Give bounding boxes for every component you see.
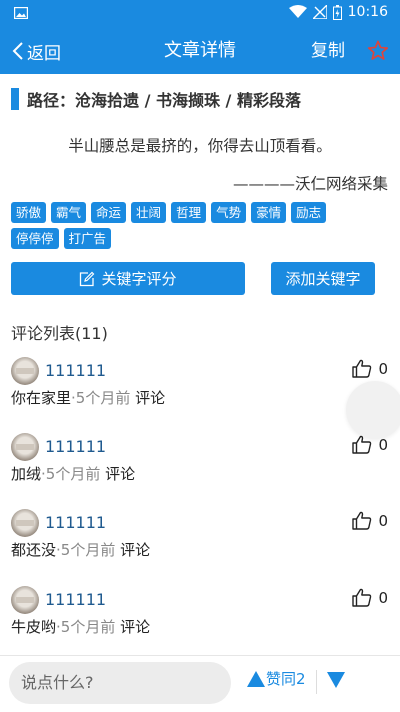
reply-link[interactable]: 评论 <box>120 541 150 559</box>
back-button[interactable]: 返回 <box>12 28 61 74</box>
tag[interactable]: 气势 <box>211 202 247 223</box>
reply-link[interactable]: 评论 <box>105 465 135 483</box>
comment-time: ·5个月前 <box>41 465 101 483</box>
floating-button[interactable] <box>346 381 400 439</box>
comment-time: ·5个月前 <box>56 618 116 636</box>
avatar[interactable] <box>11 357 39 385</box>
article-quote: 半山腰总是最挤的，你得去山顶看看。 <box>68 137 332 155</box>
accent-bar <box>11 88 19 110</box>
article-author: ————沃仁网络采集 <box>232 175 388 193</box>
keyword-rating-button[interactable]: 关键字评分 <box>11 262 245 295</box>
image-icon <box>14 7 28 19</box>
comment-body: 都还没·5个月前 评论 <box>11 539 150 560</box>
tag[interactable]: 励志 <box>291 202 327 223</box>
clock: 10:16 <box>347 4 388 20</box>
back-label: 返回 <box>27 43 61 64</box>
triangle-down-icon[interactable] <box>326 671 346 689</box>
chevron-left-icon <box>12 42 23 60</box>
battery-icon <box>332 4 342 20</box>
comment-body: 加绒·5个月前 评论 <box>11 463 135 484</box>
tag[interactable]: 霸气 <box>51 202 87 223</box>
comment-time: ·5个月前 <box>56 541 116 559</box>
tag[interactable]: 命运 <box>91 202 127 223</box>
keyword-rating-label: 关键字评分 <box>101 270 177 288</box>
signal-icon <box>312 5 327 19</box>
copy-button[interactable]: 复制 <box>311 28 345 74</box>
like-count: 0 <box>378 588 388 607</box>
comment-text: 都还没 <box>11 541 57 559</box>
comment-body: 牛皮哟·5个月前 评论 <box>11 616 150 637</box>
divider <box>316 670 317 694</box>
comment-item: 111111 0 你在家里·5个月前 评论 <box>0 357 400 427</box>
tag[interactable]: 哲理 <box>171 202 207 223</box>
breadcrumb: 路径：沧海拾遗 / 书海撷珠 / 精彩段落 <box>11 88 301 110</box>
tag[interactable]: 壮阔 <box>131 202 167 223</box>
tag[interactable]: 停停停 <box>11 228 59 249</box>
comment-item: 111111 0 牛皮哟·5个月前 评论 <box>0 586 400 656</box>
like-button[interactable]: 0 <box>352 588 388 607</box>
favorite-star-icon[interactable] <box>367 40 389 61</box>
thumbs-up-icon <box>352 359 372 378</box>
like-count: 0 <box>378 511 388 530</box>
comment-text: 牛皮哟 <box>11 618 57 636</box>
comment-item: 111111 0 都还没·5个月前 评论 <box>0 509 400 579</box>
upvote-button[interactable]: 赞同2 <box>246 668 306 689</box>
title-bar: 文章详情 返回 复制 <box>0 28 400 74</box>
like-count: 0 <box>378 359 388 378</box>
comment-input[interactable]: 说点什么? <box>9 662 231 704</box>
comment-text: 你在家里 <box>11 389 72 407</box>
thumbs-up-icon <box>352 511 372 530</box>
triangle-up-icon <box>247 670 265 687</box>
bottom-bar: 说点什么? 赞同2 <box>0 655 400 712</box>
comment-username[interactable]: 111111 <box>45 437 106 456</box>
reply-link[interactable]: 评论 <box>135 389 165 407</box>
tag[interactable]: 骄傲 <box>11 202 47 223</box>
tag[interactable]: 打广告 <box>63 228 112 249</box>
thumbs-up-icon <box>352 588 372 607</box>
reply-link[interactable]: 评论 <box>120 618 150 636</box>
comment-text: 加绒 <box>11 465 42 483</box>
avatar[interactable] <box>11 509 39 537</box>
comment-body: 你在家里·5个月前 评论 <box>11 387 165 408</box>
tag[interactable]: 豪情 <box>251 202 287 223</box>
add-keyword-button[interactable]: 添加关键字 <box>271 262 375 295</box>
avatar[interactable] <box>11 433 39 461</box>
comments-title: 评论列表(11) <box>11 324 108 343</box>
upvote-label: 赞同2 <box>266 670 306 688</box>
comment-username[interactable]: 111111 <box>45 590 106 609</box>
comment-username[interactable]: 111111 <box>45 513 106 532</box>
wifi-icon <box>288 5 307 18</box>
edit-icon <box>80 271 95 286</box>
like-button[interactable]: 0 <box>352 359 388 378</box>
comment-time: ·5个月前 <box>71 389 131 407</box>
comment-username[interactable]: 111111 <box>45 361 106 380</box>
status-bar: 10:16 <box>0 0 400 28</box>
comment-item: 111111 0 加绒·5个月前 评论 <box>0 433 400 503</box>
avatar[interactable] <box>11 586 39 614</box>
breadcrumb-text: 路径：沧海拾遗 / 书海撷珠 / 精彩段落 <box>27 91 301 110</box>
keyword-tags: 骄傲 霸气 命运 壮阔 哲理 气势 豪情 励志 停停停 打广告 <box>11 202 361 249</box>
like-button[interactable]: 0 <box>352 511 388 530</box>
